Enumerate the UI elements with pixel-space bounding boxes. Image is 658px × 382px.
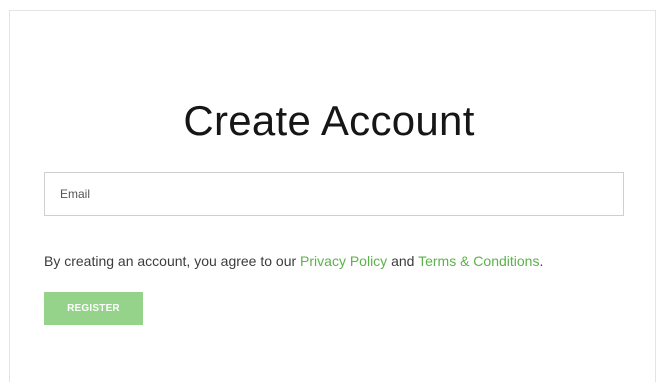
agreement-text: By creating an account, you agree to our…	[44, 251, 543, 271]
agreement-suffix: .	[539, 253, 544, 269]
page-title: Create Account	[183, 97, 475, 144]
privacy-policy-link[interactable]: Privacy Policy	[300, 253, 387, 269]
terms-conditions-link[interactable]: Terms & Conditions	[418, 253, 539, 269]
agreement-prefix: By creating an account, you agree to our	[44, 253, 301, 269]
email-field[interactable]	[44, 172, 624, 216]
agreement-connector: and	[387, 253, 419, 269]
register-button[interactable]: REGISTER	[44, 292, 143, 325]
